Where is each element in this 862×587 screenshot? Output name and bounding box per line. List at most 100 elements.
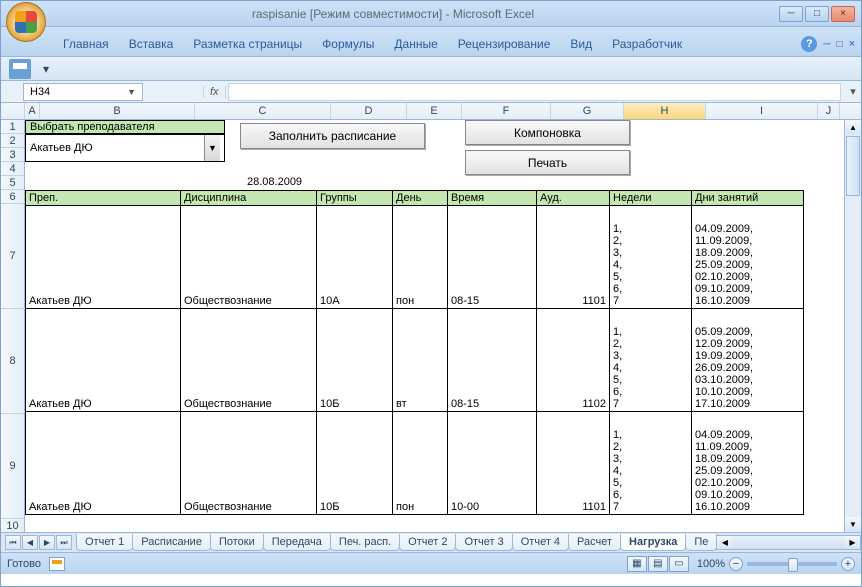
sheet-tab[interactable]: Пе (685, 534, 717, 551)
table-cell[interactable]: 1102 (537, 309, 610, 412)
ribbon-tab[interactable]: Разметка страницы (183, 31, 312, 56)
table-cell[interactable]: вт (393, 309, 448, 412)
sheet-tab[interactable]: Расписание (132, 534, 211, 551)
name-box[interactable]: H34 ▼ (23, 83, 143, 101)
sheet-tab[interactable]: Нагрузка (620, 534, 686, 551)
normal-view-icon[interactable]: ▦ (627, 556, 647, 572)
row-header[interactable]: 10 (1, 519, 24, 532)
row-header[interactable]: 9 (1, 414, 24, 519)
ribbon-tab[interactable]: Данные (384, 31, 447, 56)
office-button[interactable] (6, 2, 46, 42)
sheet-tab[interactable]: Отчет 3 (455, 534, 512, 551)
dropdown-arrow-icon[interactable]: ▼ (204, 135, 220, 161)
table-cell[interactable]: Обществознание (181, 309, 317, 412)
table-cell[interactable]: Акатьев ДЮ (26, 412, 181, 515)
scroll-down-icon[interactable]: ▼ (845, 517, 861, 532)
row-header[interactable]: 2 (1, 134, 24, 148)
select-all-corner[interactable] (1, 103, 25, 119)
layout-button[interactable]: Компоновка (465, 120, 630, 145)
table-cell[interactable]: 08-15 (448, 206, 537, 309)
vertical-scrollbar[interactable]: ▲ ▼ (844, 120, 861, 532)
ribbon-minimize-icon[interactable]: ─ (823, 39, 830, 50)
table-cell[interactable]: Обществознание (181, 206, 317, 309)
table-cell[interactable]: пон (393, 206, 448, 309)
scroll-left-icon[interactable]: ◀ (717, 536, 732, 549)
table-cell[interactable]: 1101 (537, 206, 610, 309)
doc-close-icon[interactable]: × (849, 38, 855, 50)
column-header[interactable]: I (706, 103, 818, 119)
formula-expand-icon[interactable]: ▾ (845, 85, 861, 98)
tab-nav-next-icon[interactable]: ▶ (39, 535, 55, 550)
table-cell[interactable]: 1, 2, 3, 4, 5, 6, 7 (610, 412, 692, 515)
table-cell[interactable]: пон (393, 412, 448, 515)
table-cell[interactable]: 10-00 (448, 412, 537, 515)
ribbon-tab[interactable]: Рецензирование (448, 31, 561, 56)
scroll-right-icon[interactable]: ▶ (845, 536, 860, 549)
horizontal-scrollbar[interactable]: ◀ ▶ (716, 535, 861, 550)
table-cell[interactable]: Обществознание (181, 412, 317, 515)
column-header[interactable]: B (40, 103, 195, 119)
column-header[interactable]: D (331, 103, 407, 119)
sheet-tab[interactable]: Передача (263, 534, 331, 551)
table-cell[interactable]: 1, 2, 3, 4, 5, 6, 7 (610, 309, 692, 412)
zoom-in-icon[interactable]: + (841, 557, 855, 571)
teacher-dropdown[interactable]: Акатьев ДЮ ▼ (25, 134, 225, 162)
page-break-view-icon[interactable]: ▭ (669, 556, 689, 572)
qat-dropdown-icon[interactable]: ▾ (35, 59, 57, 79)
save-icon[interactable] (9, 59, 31, 79)
cells-grid[interactable]: Выбрать преподавателя Акатьев ДЮ ▼ Запол… (25, 120, 861, 532)
table-cell[interactable]: 08-15 (448, 309, 537, 412)
fill-schedule-button[interactable]: Заполнить расписание (240, 123, 425, 149)
table-cell[interactable]: 1101 (537, 412, 610, 515)
table-cell[interactable]: Акатьев ДЮ (26, 309, 181, 412)
table-cell[interactable]: 10А (317, 206, 393, 309)
column-header[interactable]: A (25, 103, 40, 119)
close-button[interactable]: × (831, 6, 855, 22)
sheet-tab[interactable]: Отчет 4 (512, 534, 569, 551)
row-header[interactable]: 8 (1, 309, 24, 414)
ribbon-tab[interactable]: Главная (53, 31, 119, 56)
table-cell[interactable]: 1, 2, 3, 4, 5, 6, 7 (610, 206, 692, 309)
table-cell[interactable]: 04.09.2009, 11.09.2009, 18.09.2009, 25.0… (692, 206, 804, 309)
row-header[interactable]: 1 (1, 120, 24, 134)
zoom-slider[interactable] (747, 562, 837, 566)
maximize-button[interactable]: □ (805, 6, 829, 22)
formula-input[interactable] (228, 83, 841, 101)
column-header[interactable]: G (551, 103, 624, 119)
name-box-dropdown-icon[interactable]: ▼ (127, 87, 136, 97)
column-header[interactable]: C (195, 103, 331, 119)
zoom-out-icon[interactable]: − (729, 557, 743, 571)
page-layout-view-icon[interactable]: ▤ (648, 556, 668, 572)
ribbon-tab[interactable]: Формулы (312, 31, 384, 56)
row-header[interactable]: 4 (1, 162, 24, 176)
tab-nav-prev-icon[interactable]: ◀ (22, 535, 38, 550)
column-header[interactable]: H (624, 103, 706, 119)
ribbon-tab[interactable]: Вид (560, 31, 602, 56)
column-header[interactable]: F (462, 103, 551, 119)
table-cell[interactable]: 04.09.2009, 11.09.2009, 18.09.2009, 25.0… (692, 412, 804, 515)
macro-record-icon[interactable] (49, 557, 65, 571)
tab-nav-last-icon[interactable]: ⏭ (56, 535, 72, 550)
table-cell[interactable]: Акатьев ДЮ (26, 206, 181, 309)
doc-restore-icon[interactable]: □ (837, 39, 843, 50)
scroll-up-icon[interactable]: ▲ (845, 120, 861, 135)
tab-nav-first-icon[interactable]: ⏮ (5, 535, 21, 550)
minimize-button[interactable]: ─ (779, 6, 803, 22)
sheet-tab[interactable]: Потоки (210, 534, 264, 551)
row-header[interactable]: 5 (1, 176, 24, 190)
ribbon-tab[interactable]: Разработчик (602, 31, 692, 56)
sheet-tab[interactable]: Печ. расп. (330, 534, 400, 551)
sheet-tab[interactable]: Отчет 1 (76, 534, 133, 551)
row-header[interactable]: 6 (1, 190, 24, 204)
fx-icon[interactable]: fx (203, 86, 226, 98)
column-header[interactable]: E (407, 103, 462, 119)
help-icon[interactable]: ? (801, 36, 817, 52)
table-cell[interactable]: 05.09.2009, 12.09.2009, 19.09.2009, 26.0… (692, 309, 804, 412)
row-header[interactable]: 7 (1, 204, 24, 309)
print-button[interactable]: Печать (465, 150, 630, 175)
table-cell[interactable]: 10Б (317, 412, 393, 515)
ribbon-tab[interactable]: Вставка (119, 31, 184, 56)
scroll-thumb[interactable] (846, 136, 860, 196)
row-header[interactable]: 3 (1, 148, 24, 162)
column-header[interactable]: J (818, 103, 840, 119)
